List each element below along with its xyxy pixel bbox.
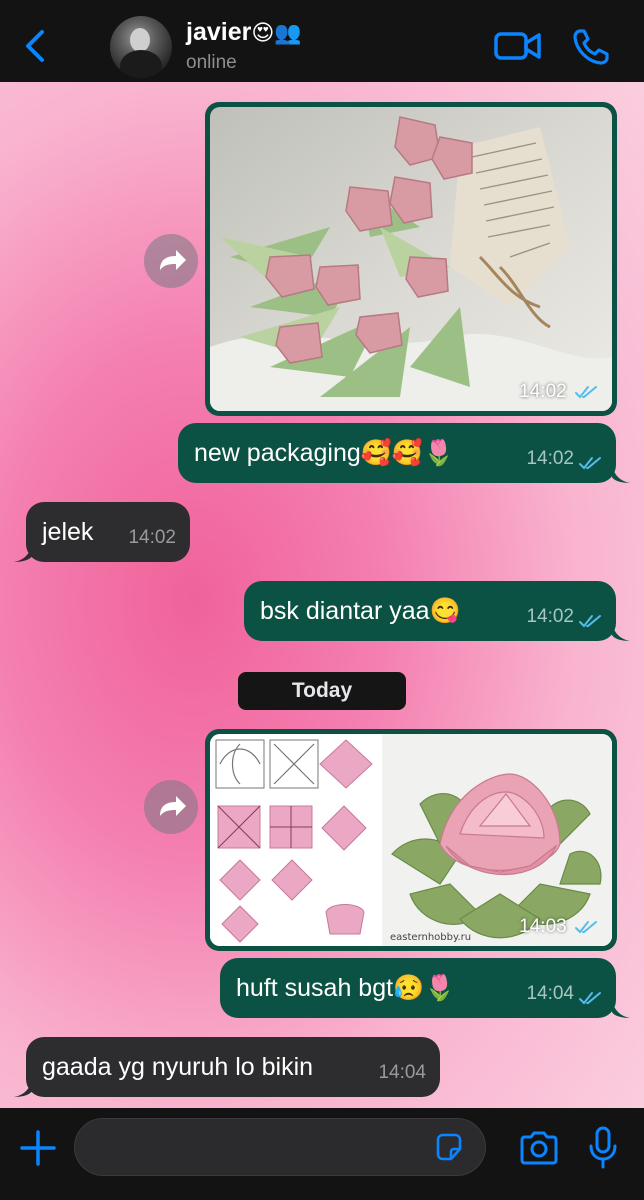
video-call-icon[interactable] xyxy=(494,30,542,62)
image-message-bouquet[interactable]: 14:02 xyxy=(205,102,617,416)
message-time-text: 14:02 xyxy=(526,606,574,627)
image-time-text: 14:02 xyxy=(519,381,567,402)
contact-name-text: javier xyxy=(186,18,252,46)
read-receipt-icon xyxy=(579,615,601,628)
contact-name[interactable]: javier😍👥 xyxy=(186,18,302,47)
plus-icon[interactable] xyxy=(20,1130,56,1166)
origami-tulip-bouquet-photo[interactable]: 14:02 xyxy=(210,107,612,411)
contact-avatar[interactable] xyxy=(110,16,172,78)
message-timestamp: 14:04 xyxy=(526,964,574,1024)
avatar-body-shape xyxy=(120,50,162,78)
message-text: bsk diantar yaa😋 xyxy=(260,597,461,625)
bubble-tail xyxy=(14,544,32,562)
message-timestamp: 14:02 xyxy=(526,587,574,647)
watermark-text: easternhobby.ru xyxy=(390,932,471,943)
outgoing-message[interactable]: huft susah bgt😥🌷 14:04 xyxy=(220,958,616,1018)
read-receipt-icon xyxy=(579,992,601,1005)
avatar-head-shape xyxy=(130,28,150,52)
message-text: jelek xyxy=(42,518,94,546)
contact-name-emojis: 😍👥 xyxy=(251,21,302,46)
message-time-text: 14:04 xyxy=(378,1062,426,1083)
message-time-text: 14:04 xyxy=(526,983,574,1004)
forward-button[interactable] xyxy=(144,234,198,288)
back-chevron-icon[interactable] xyxy=(20,26,50,66)
message-timestamp: 14:02 xyxy=(128,508,176,568)
bubble-tail xyxy=(612,623,630,641)
incoming-message[interactable]: gaada yg nyuruh lo bikin 14:04 xyxy=(26,1037,440,1097)
camera-icon[interactable] xyxy=(518,1130,560,1166)
read-receipt-icon xyxy=(575,920,597,934)
bubble-tail xyxy=(612,1000,630,1018)
outgoing-message[interactable]: new packaging🥰🥰🌷 14:02 xyxy=(178,423,616,483)
image-message-lotus[interactable]: easternhobby.ru 14:03 xyxy=(205,729,617,951)
message-timestamp: 14:02 xyxy=(526,429,574,489)
contact-status: online xyxy=(186,52,237,73)
message-time-text: 14:02 xyxy=(128,527,176,548)
bubble-tail xyxy=(612,465,630,483)
outgoing-message[interactable]: bsk diantar yaa😋 14:02 xyxy=(244,581,616,641)
incoming-message[interactable]: jelek 14:02 xyxy=(26,502,190,562)
phone-call-icon[interactable] xyxy=(572,28,610,66)
image-timestamp: 14:03 xyxy=(519,916,598,938)
message-time-text: 14:02 xyxy=(526,448,574,469)
message-input[interactable] xyxy=(74,1118,486,1176)
lotus-illustration: easternhobby.ru xyxy=(210,734,612,946)
message-timestamp: 14:04 xyxy=(378,1043,426,1103)
origami-lotus-instructions-photo[interactable]: easternhobby.ru 14:03 xyxy=(210,734,612,946)
message-text: huft susah bgt😥🌷 xyxy=(236,974,456,1002)
chat-header xyxy=(0,0,644,82)
microphone-icon[interactable] xyxy=(588,1126,618,1170)
forward-arrow-icon xyxy=(160,796,186,816)
image-timestamp: 14:02 xyxy=(519,381,598,403)
message-text: new packaging🥰🥰🌷 xyxy=(194,439,455,467)
forward-button[interactable] xyxy=(144,780,198,834)
date-separator: Today xyxy=(238,672,406,710)
message-text: gaada yg nyuruh lo bikin xyxy=(42,1053,314,1081)
image-time-text: 14:03 xyxy=(519,916,567,937)
bouquet-illustration xyxy=(210,107,612,411)
read-receipt-icon xyxy=(579,457,601,470)
read-receipt-icon xyxy=(575,385,597,399)
bubble-tail xyxy=(14,1079,32,1097)
sticker-icon[interactable] xyxy=(434,1132,464,1162)
forward-arrow-icon xyxy=(160,250,186,270)
